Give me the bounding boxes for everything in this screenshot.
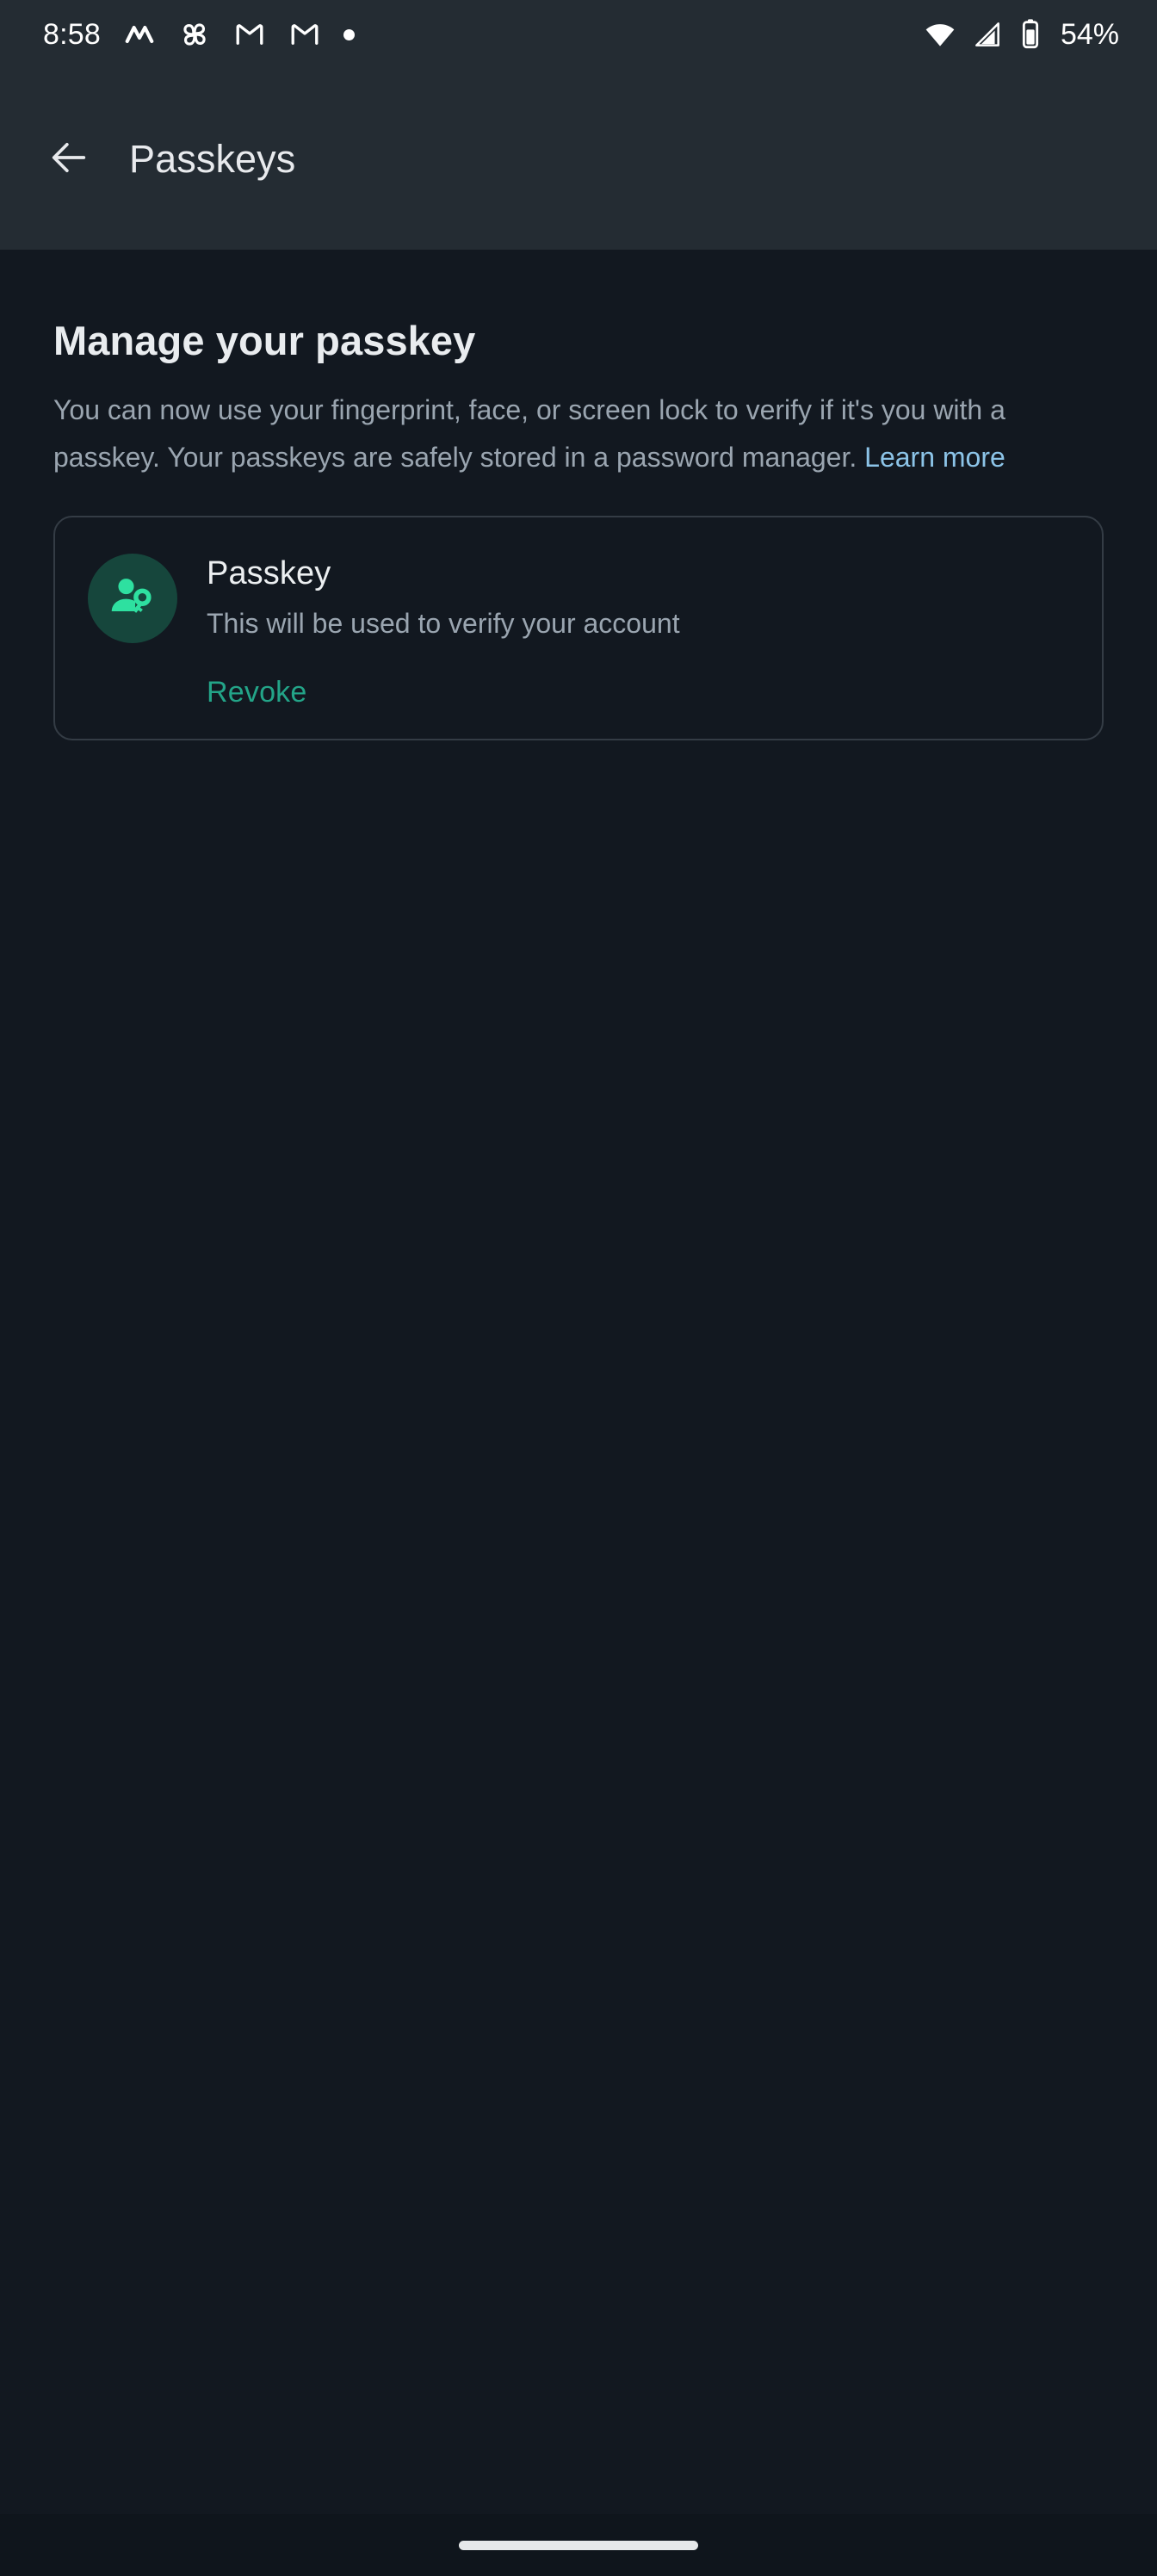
phone-screen: 8:58 54% Passkeys Manage your passkey Yo… (0, 0, 1157, 2576)
navigation-bar (0, 2514, 1157, 2576)
home-gesture-pill[interactable] (459, 2540, 698, 2550)
notification-dot-icon (343, 28, 355, 40)
passkey-card[interactable]: Passkey This will be used to verify your… (53, 516, 1104, 740)
back-arrow-icon (46, 135, 91, 184)
wifi-icon (923, 17, 957, 52)
section-description: You can now use your fingerprint, face, … (53, 387, 1104, 481)
main-content: Manage your passkey You can now use your… (0, 250, 1157, 2514)
passkey-card-title: Passkey (207, 555, 331, 591)
avatar (88, 554, 177, 643)
battery-icon (1018, 17, 1043, 52)
passkey-card-subtitle: This will be used to verify your account (207, 608, 680, 639)
section-heading: Manage your passkey (53, 318, 476, 363)
gmail-icon (233, 18, 266, 51)
app-bar: Passkeys (0, 69, 1157, 250)
cellular-signal-icon (971, 18, 1004, 51)
back-button[interactable] (34, 125, 103, 194)
passkey-card-body: Passkey This will be used to verify your… (207, 550, 1069, 709)
pinwheel-app-icon (178, 18, 211, 51)
status-bar-right: 54% (923, 17, 1119, 52)
person-key-icon (106, 570, 159, 628)
revoke-button[interactable]: Revoke (207, 676, 306, 709)
section-description-text: You can now use your fingerprint, face, … (53, 394, 1005, 473)
learn-more-link[interactable]: Learn more (864, 434, 1005, 481)
status-bar: 8:58 54% (0, 0, 1157, 69)
gmail-icon (288, 18, 321, 51)
page-title: Passkeys (129, 137, 296, 181)
status-bar-left: 8:58 (43, 18, 355, 51)
status-bar-clock: 8:58 (43, 18, 101, 51)
monument-valley-app-icon (123, 18, 156, 51)
battery-percent-label: 54% (1060, 18, 1119, 51)
